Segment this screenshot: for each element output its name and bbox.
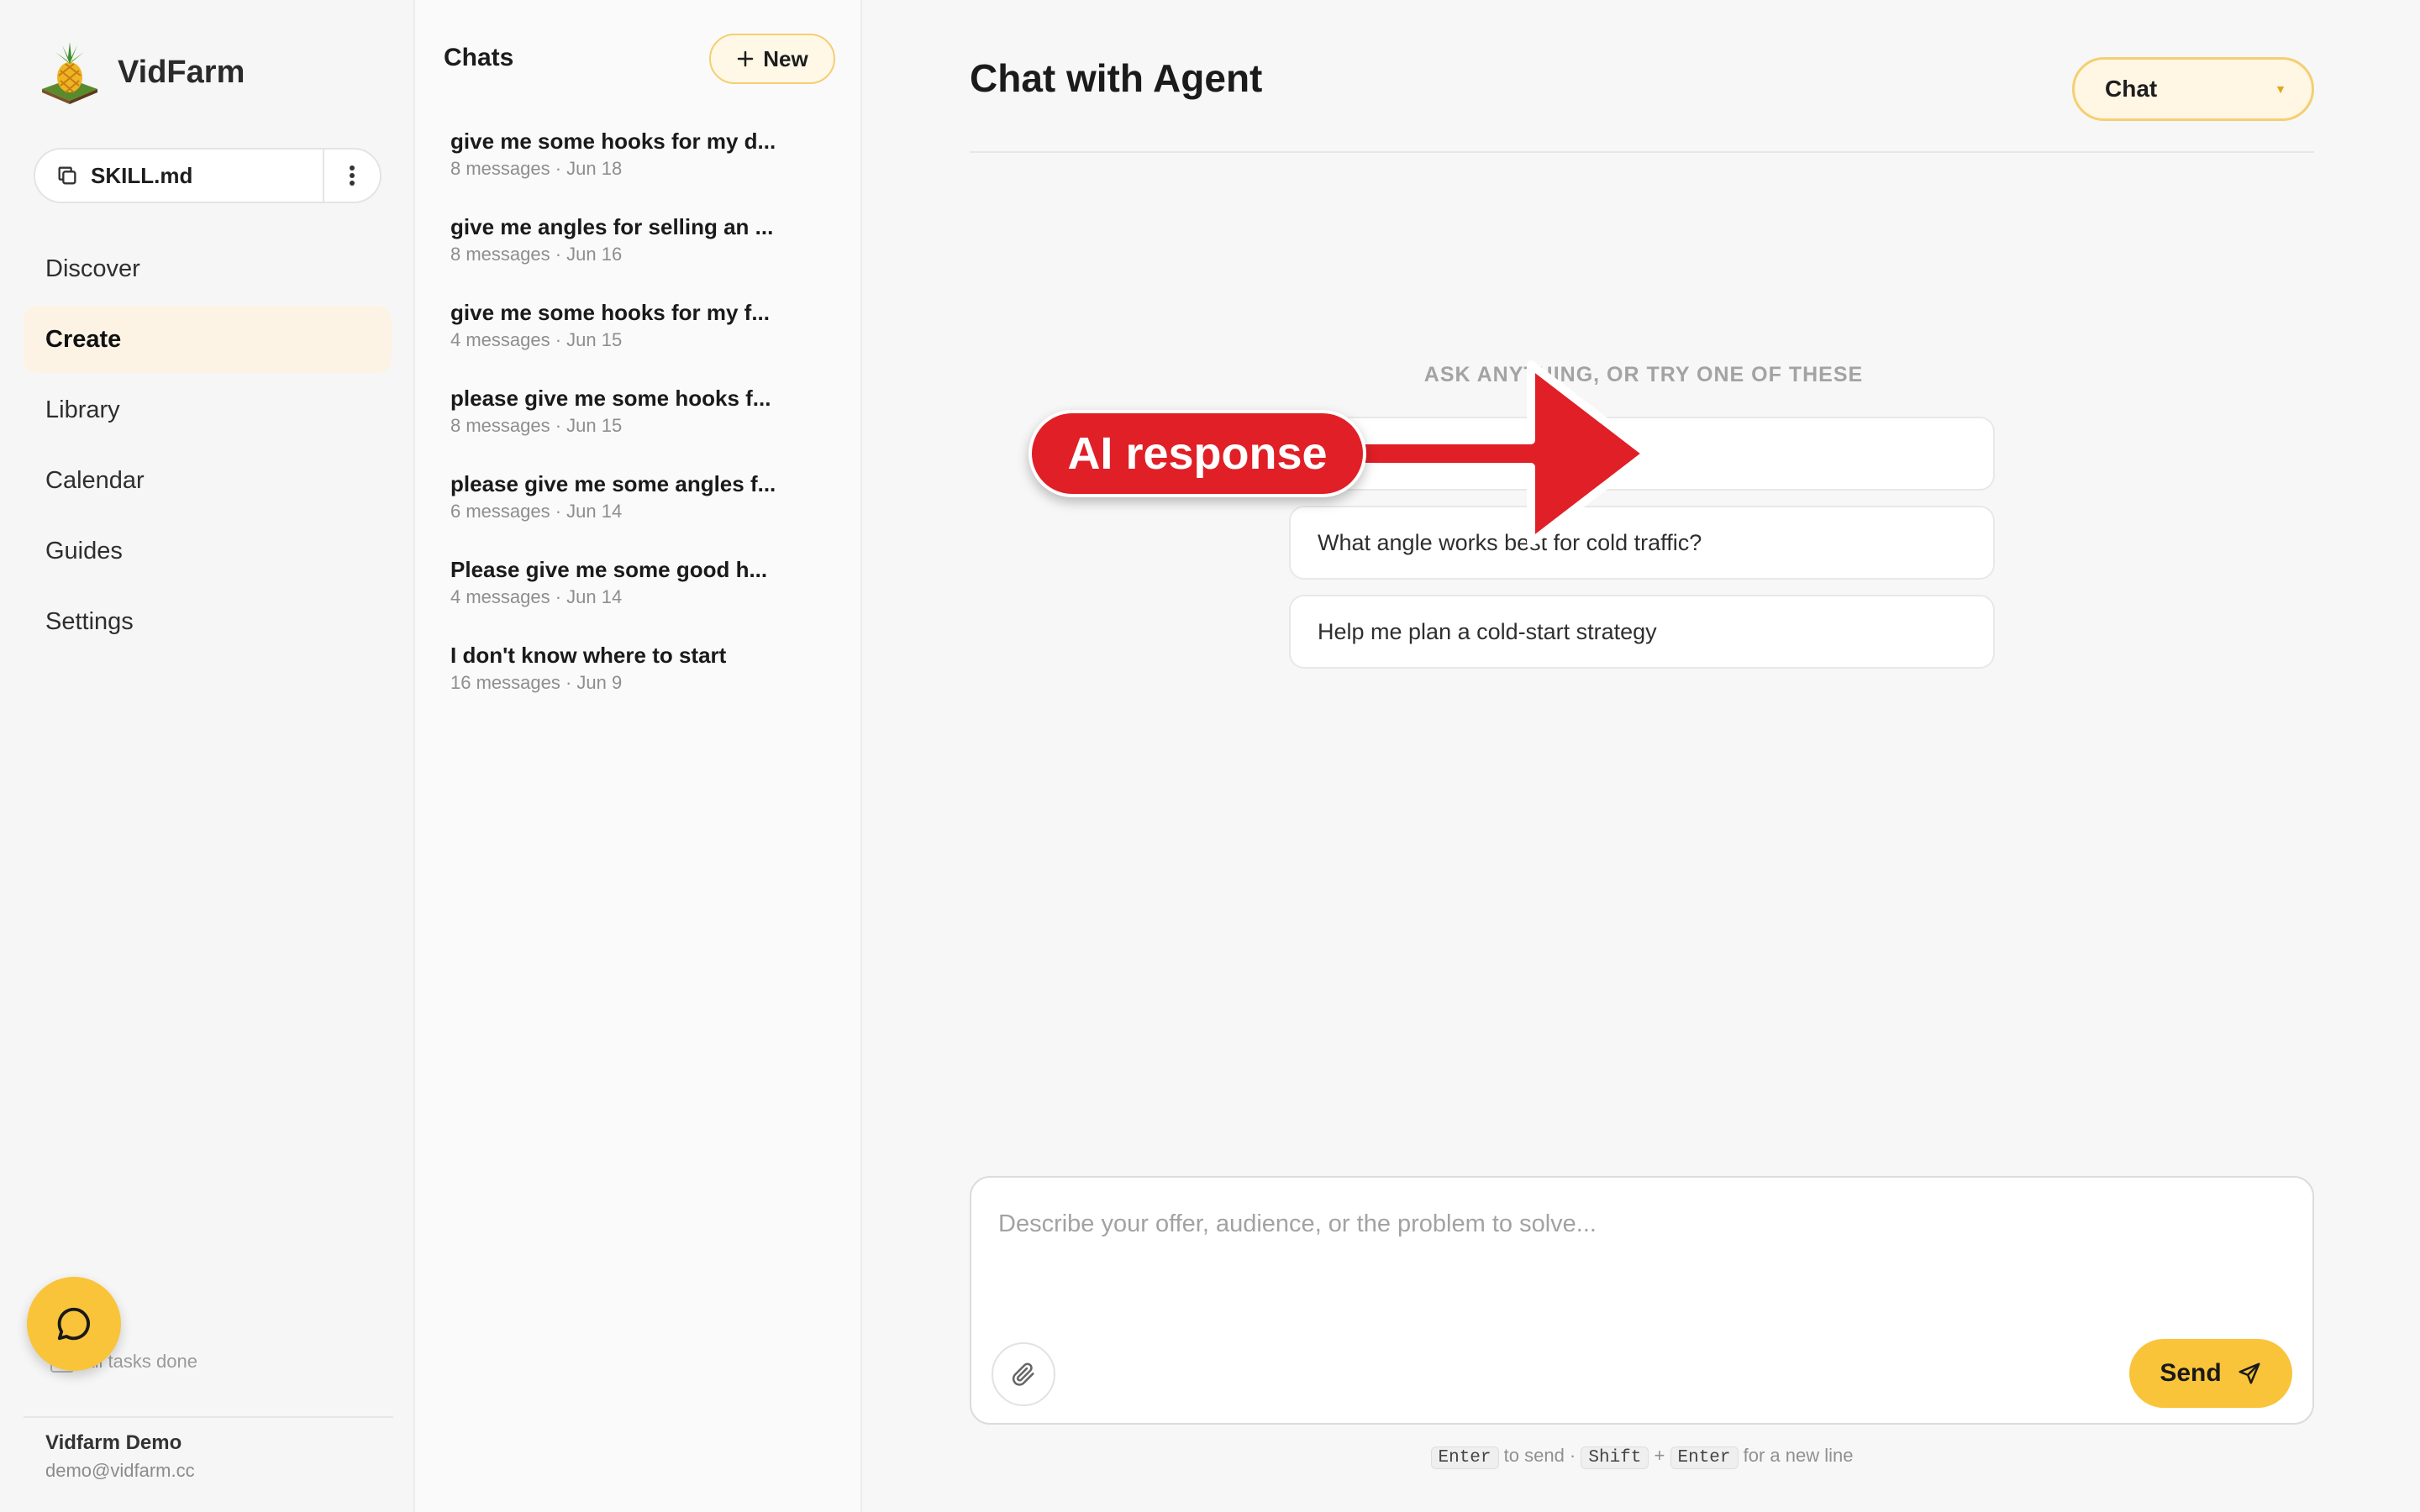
send-arrow-icon <box>2238 1362 2260 1384</box>
chat-meta: 4 messages · Jun 15 <box>450 329 623 350</box>
chat-list-item[interactable]: give me some hooks for my f... 4 message… <box>450 296 829 381</box>
send-label: Send <box>2160 1359 2222 1387</box>
kbd-enter: Enter <box>1670 1446 1739 1469</box>
chat-list-item[interactable]: give me some hooks for my d... 8 message… <box>450 124 829 210</box>
chat-bubble-icon <box>57 1307 90 1341</box>
mode-select-value: Chat <box>2105 76 2158 102</box>
chats-title: Chats <box>444 44 514 71</box>
message-composer: Send <box>970 1176 2314 1425</box>
skill-more-button[interactable] <box>324 150 380 202</box>
user-divider <box>24 1416 393 1418</box>
chat-title: I don't know where to start <box>450 643 727 668</box>
new-chat-button[interactable]: New <box>709 34 835 84</box>
kbd-enter: Enter <box>1430 1446 1499 1469</box>
chat-meta: 8 messages · Jun 18 <box>450 158 623 179</box>
support-chat-button[interactable] <box>27 1277 121 1371</box>
chat-list: give me some hooks for my d... 8 message… <box>450 124 829 724</box>
mode-select[interactable]: Chat ▼ <box>2072 57 2314 121</box>
annotation-badge: AI response <box>1028 410 1366 497</box>
skill-file-pill: SKILL.md <box>34 148 381 203</box>
nav-item-create[interactable]: Create <box>24 306 392 373</box>
chevron-down-icon: ▼ <box>2275 82 2286 96</box>
chat-title: Please give me some good h... <box>450 557 768 582</box>
skill-file-button[interactable]: SKILL.md <box>35 150 323 202</box>
nav-item-discover[interactable]: Discover <box>24 235 392 302</box>
hint-new-line: for a new line <box>1743 1445 1854 1466</box>
chat-meta: 16 messages · Jun 9 <box>450 672 623 693</box>
nav-item-guides[interactable]: Guides <box>24 517 392 585</box>
main-nav: Discover Create Library Calendar Guides … <box>24 235 392 659</box>
send-button[interactable]: Send <box>2129 1339 2292 1408</box>
user-email: demo@vidfarm.cc <box>45 1460 195 1481</box>
sidebar: VidFarm SKILL.md Discover Create Library… <box>0 0 415 1512</box>
nav-item-calendar[interactable]: Calendar <box>24 447 392 514</box>
chat-meta: 8 messages · Jun 16 <box>450 244 623 265</box>
brand-name: VidFarm <box>118 54 245 90</box>
paperclip-icon <box>1012 1362 1034 1386</box>
new-chat-label: New <box>763 45 808 71</box>
hint-plus: + <box>1654 1445 1665 1466</box>
brand[interactable]: VidFarm <box>40 40 245 104</box>
chat-meta: 4 messages · Jun 14 <box>450 586 623 607</box>
chat-list-item[interactable]: I don't know where to start 16 messages … <box>450 638 829 724</box>
kbd-shift: Shift <box>1581 1446 1649 1469</box>
chat-main: Chat with Agent Chat ▼ ASK ANYTHING, OR … <box>862 0 2420 1512</box>
nav-item-library[interactable]: Library <box>24 376 392 444</box>
chat-title: give me angles for selling an ... <box>450 214 774 239</box>
message-input[interactable] <box>997 1198 2277 1250</box>
chat-title: please give me some angles f... <box>450 471 776 496</box>
attach-button[interactable] <box>992 1342 1055 1406</box>
plus-icon <box>738 50 754 67</box>
chat-meta: 8 messages · Jun 15 <box>450 415 623 436</box>
more-vertical-icon <box>350 165 355 186</box>
annotation-arrow-icon <box>1355 360 1651 547</box>
skill-file-label: SKILL.md <box>91 162 193 188</box>
chat-list-item[interactable]: Please give me some good h... 4 messages… <box>450 553 829 638</box>
suggestion-button[interactable]: Help me plan a cold-start strategy <box>1289 595 1995 669</box>
chats-panel: Chats New give me some hooks for my d...… <box>415 0 862 1512</box>
user-name[interactable]: Vidfarm Demo <box>45 1431 182 1455</box>
header-divider <box>970 151 2314 153</box>
chat-title: give me some hooks for my d... <box>450 129 776 154</box>
keyboard-hint: Enter to send · Shift + Enter for a new … <box>970 1445 2314 1469</box>
copy-icon <box>58 166 76 185</box>
chat-list-item[interactable]: give me angles for selling an ... 8 mess… <box>450 210 829 296</box>
nav-item-settings[interactable]: Settings <box>24 588 392 655</box>
chat-title: give me some hooks for my f... <box>450 300 770 325</box>
chat-list-item[interactable]: please give me some hooks f... 8 message… <box>450 381 829 467</box>
page-title: Chat with Agent <box>970 56 1263 100</box>
chat-meta: 6 messages · Jun 14 <box>450 501 623 522</box>
chat-title: please give me some hooks f... <box>450 386 771 411</box>
chat-list-item[interactable]: please give me some angles f... 6 messag… <box>450 467 829 553</box>
hint-to-send: to send · <box>1503 1445 1576 1466</box>
pineapple-logo-icon <box>42 42 97 104</box>
